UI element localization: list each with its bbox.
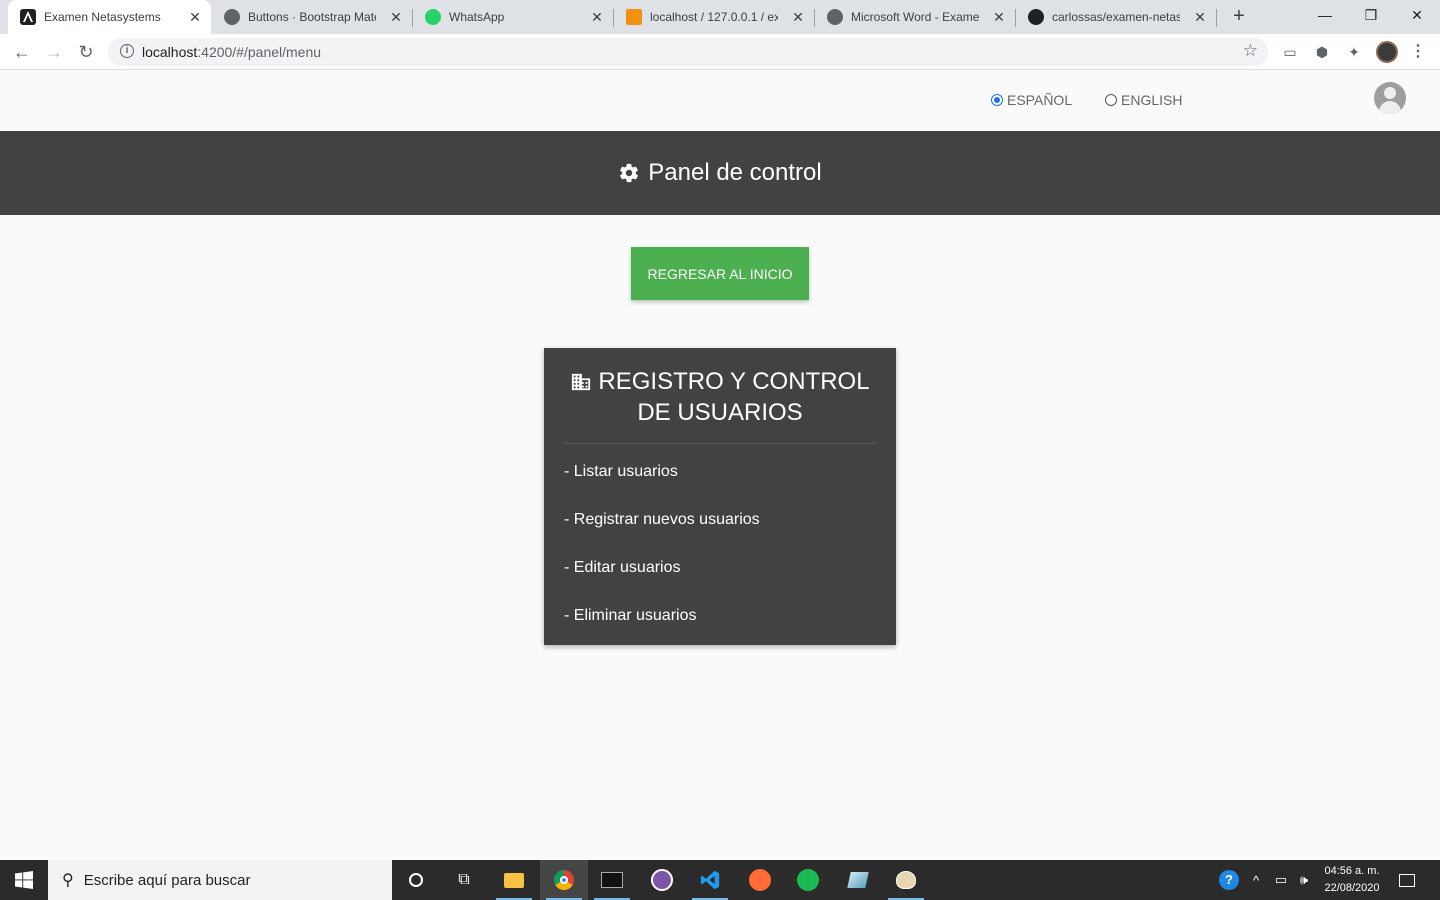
spotify-icon[interactable] (784, 860, 832, 900)
tab-title: Examen Netasystems (44, 10, 161, 24)
paint-icon[interactable] (882, 860, 930, 900)
restore-button[interactable]: ❐ (1348, 0, 1394, 30)
header-banner: Panel de control (0, 131, 1440, 215)
window-close-button[interactable]: ✕ (1394, 0, 1440, 30)
forward-button[interactable]: → (42, 40, 66, 64)
whatsapp-icon (425, 9, 441, 25)
close-icon[interactable]: ✕ (589, 9, 605, 25)
info-icon[interactable]: i (120, 44, 134, 58)
globe-icon (224, 9, 240, 25)
task-view-icon[interactable]: ⧉ (440, 860, 488, 900)
tab-bootstrap-material[interactable]: Buttons · Bootstrap Mater ✕ (212, 0, 412, 34)
angular-icon (20, 9, 36, 25)
page-content: ESPAÑOL ENGLISH Panel de control REGRESA… (0, 71, 1440, 860)
user-actions-list: - Listar usuarios - Registrar nuevos usu… (544, 462, 896, 654)
chevron-up-icon[interactable]: ^ (1246, 860, 1266, 900)
gear-icon (618, 162, 640, 184)
page-title-text: Panel de control (648, 159, 822, 186)
network-icon[interactable]: ▭ (1270, 860, 1292, 900)
language-label: ESPAÑOL (1007, 92, 1073, 108)
language-label: ENGLISH (1121, 92, 1183, 108)
puzzle-extensions-icon[interactable]: ✦ (1344, 42, 1364, 62)
menu-item-list-users[interactable]: - Listar usuarios (564, 462, 876, 510)
reload-button[interactable]: ↻ (74, 40, 98, 64)
user-management-card: REGISTRO Y CONTROL DE USUARIOS - Listar … (544, 348, 896, 645)
close-icon[interactable]: ✕ (187, 9, 203, 25)
browser-tab-strip: Examen Netasystems ✕ Buttons · Bootstrap… (0, 0, 1440, 34)
chrome-icon[interactable] (540, 860, 588, 900)
card-title-line2: DE USUARIOS (637, 399, 803, 426)
taskbar-clock[interactable]: 04:56 a. m. 22/08/2020 (1316, 863, 1388, 897)
tab-title: Microsoft Word - Examen (851, 10, 979, 24)
menu-item-register-users[interactable]: - Registrar nuevos usuarios (564, 510, 876, 558)
tab-whatsapp[interactable]: WhatsApp ✕ (413, 0, 613, 34)
radio-english[interactable] (1105, 94, 1117, 106)
url-text[interactable]: localhost:4200/#/panel/menu (142, 44, 321, 60)
close-icon[interactable]: ✕ (790, 9, 806, 25)
card-title-line1: REGISTRO Y CONTROL (598, 368, 870, 395)
new-tab-button[interactable]: + (1228, 5, 1250, 27)
browser-profile-avatar[interactable] (1376, 41, 1398, 63)
minimize-button[interactable]: — (1302, 0, 1348, 30)
tab-separator (1216, 9, 1217, 27)
close-icon[interactable]: ✕ (1192, 9, 1208, 25)
url-path: :4200/#/panel/menu (197, 44, 322, 60)
menu-item-edit-users[interactable]: - Editar usuarios (564, 558, 876, 606)
back-to-home-button[interactable]: REGRESAR AL INICIO (631, 247, 809, 300)
windows-taskbar: ⚲ Escribe aquí para buscar ⧉ ? ^ ▭ 🕪 04:… (0, 860, 1440, 900)
menu-item-delete-users[interactable]: - Eliminar usuarios (564, 606, 876, 654)
tab-title: carlossas/examen-netasys (1052, 10, 1180, 24)
url-host: localhost (142, 44, 198, 60)
clock-time: 04:56 a. m. (1324, 865, 1380, 877)
tab-examen-netasystems[interactable]: Examen Netasystems ✕ (8, 0, 211, 34)
more-menu-icon[interactable]: ⋮ (1410, 42, 1426, 62)
notifications-icon[interactable] (1394, 860, 1420, 900)
vscode-icon[interactable] (686, 860, 734, 900)
tab-phpmyadmin[interactable]: localhost / 127.0.0.1 / exa ✕ (614, 0, 814, 34)
tab-title: WhatsApp (449, 10, 505, 24)
tab-microsoft-word[interactable]: Microsoft Word - Examen ✕ (815, 0, 1015, 34)
cast-icon[interactable]: ▭ (1280, 42, 1300, 62)
cortana-icon[interactable] (392, 860, 440, 900)
close-icon[interactable]: ✕ (388, 9, 404, 25)
github-icon (1028, 9, 1044, 25)
clock-date: 22/08/2020 (1324, 882, 1380, 894)
address-bar[interactable]: i localhost:4200/#/panel/menu ☆ (108, 38, 1268, 66)
page-title: Panel de control (618, 159, 822, 187)
volume-icon[interactable]: 🕪 (1294, 860, 1314, 900)
cube-extension-icon[interactable]: ⬢ (1312, 42, 1332, 62)
postman-icon[interactable] (736, 860, 784, 900)
taskbar-search-placeholder: Escribe aquí para buscar (83, 871, 251, 889)
tab-title: Buttons · Bootstrap Mater (248, 10, 376, 24)
taskbar-search-box[interactable]: ⚲ Escribe aquí para buscar (48, 860, 392, 900)
radio-espanol[interactable] (991, 94, 1003, 106)
search-icon: ⚲ (62, 872, 74, 889)
help-tray-icon[interactable]: ? (1216, 860, 1242, 900)
divider (564, 443, 876, 444)
windows-logo-icon (15, 871, 33, 889)
bookmark-star-icon[interactable]: ☆ (1243, 41, 1258, 61)
notes-app-icon[interactable] (834, 860, 882, 900)
phpmyadmin-icon (626, 9, 642, 25)
card-title: REGISTRO Y CONTROL DE USUARIOS (544, 348, 896, 427)
tab-title: localhost / 127.0.0.1 / exa (650, 10, 778, 24)
browser-toolbar: ← → ↻ i localhost:4200/#/panel/menu ☆ ▭ … (0, 34, 1440, 70)
github-desktop-icon[interactable] (638, 860, 686, 900)
user-avatar[interactable] (1374, 82, 1406, 114)
language-option-english[interactable]: ENGLISH (1105, 92, 1182, 108)
tab-github[interactable]: carlossas/examen-netasys ✕ (1016, 0, 1216, 34)
globe-icon (827, 9, 843, 25)
building-icon (570, 371, 592, 399)
language-option-espanol[interactable]: ESPAÑOL (991, 92, 1072, 108)
close-icon[interactable]: ✕ (991, 9, 1007, 25)
windows-start-button[interactable] (0, 860, 48, 900)
back-button[interactable]: ← (10, 40, 34, 64)
file-explorer-icon[interactable] (490, 860, 538, 900)
terminal-icon[interactable] (588, 860, 636, 900)
